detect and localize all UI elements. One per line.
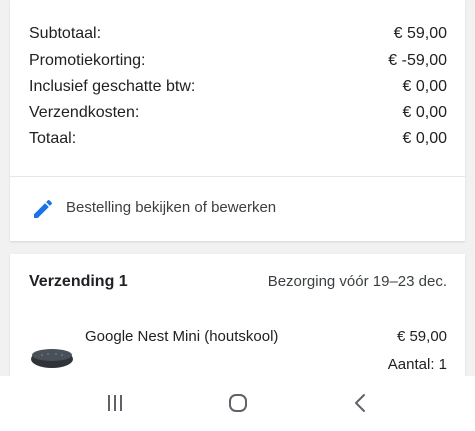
delivery-estimate: Bezorging vóór 19–23 dec. [267,273,447,290]
summary-value: € 59,00 [393,25,447,42]
back-icon[interactable] [349,391,373,415]
pencil-icon [34,199,53,218]
summary-row-shipping: Verzendkosten: € 0,00 [29,102,447,124]
summary-value: € 0,00 [402,78,447,95]
recents-icon[interactable] [103,391,127,415]
summary-label: Subtotaal: [29,25,102,42]
product-name[interactable]: Google Nest Mini (houtskool) [85,327,278,347]
shipment-card: Verzending 1 Bezorging vóór 19–23 dec. G… [10,254,465,394]
product-price: € 59,00 [396,328,447,345]
order-summary-card: Subtotaal: € 59,00 Promotiekorting: € -5… [10,0,465,241]
summary-label: Inclusief geschatte btw: [29,78,196,95]
shipment-title: Verzending 1 [29,273,128,290]
product-quantity: Aantal: 1 [387,356,447,373]
summary-row-promo: Promotiekorting: € -59,00 [29,50,447,72]
system-navigation-bar [0,376,475,431]
summary-row-subtotal: Subtotaal: € 59,00 [29,23,447,45]
edit-order-label: Bestelling bekijken of bewerken [66,199,277,216]
summary-label: Totaal: [29,130,77,147]
summary-row-vat: Inclusief geschatte btw: € 0,00 [29,76,447,98]
summary-value: € 0,00 [402,130,447,147]
summary-label: Promotiekorting: [29,52,146,69]
summary-label: Verzendkosten: [29,104,140,121]
summary-value: € 0,00 [402,104,447,121]
home-icon[interactable] [226,391,250,415]
edit-order-button[interactable]: Bestelling bekijken of bewerken [10,177,465,241]
summary-value: € -59,00 [388,52,447,69]
summary-row-total: Totaal: € 0,00 [29,128,447,150]
nest-mini-speaker-icon [31,349,73,368]
